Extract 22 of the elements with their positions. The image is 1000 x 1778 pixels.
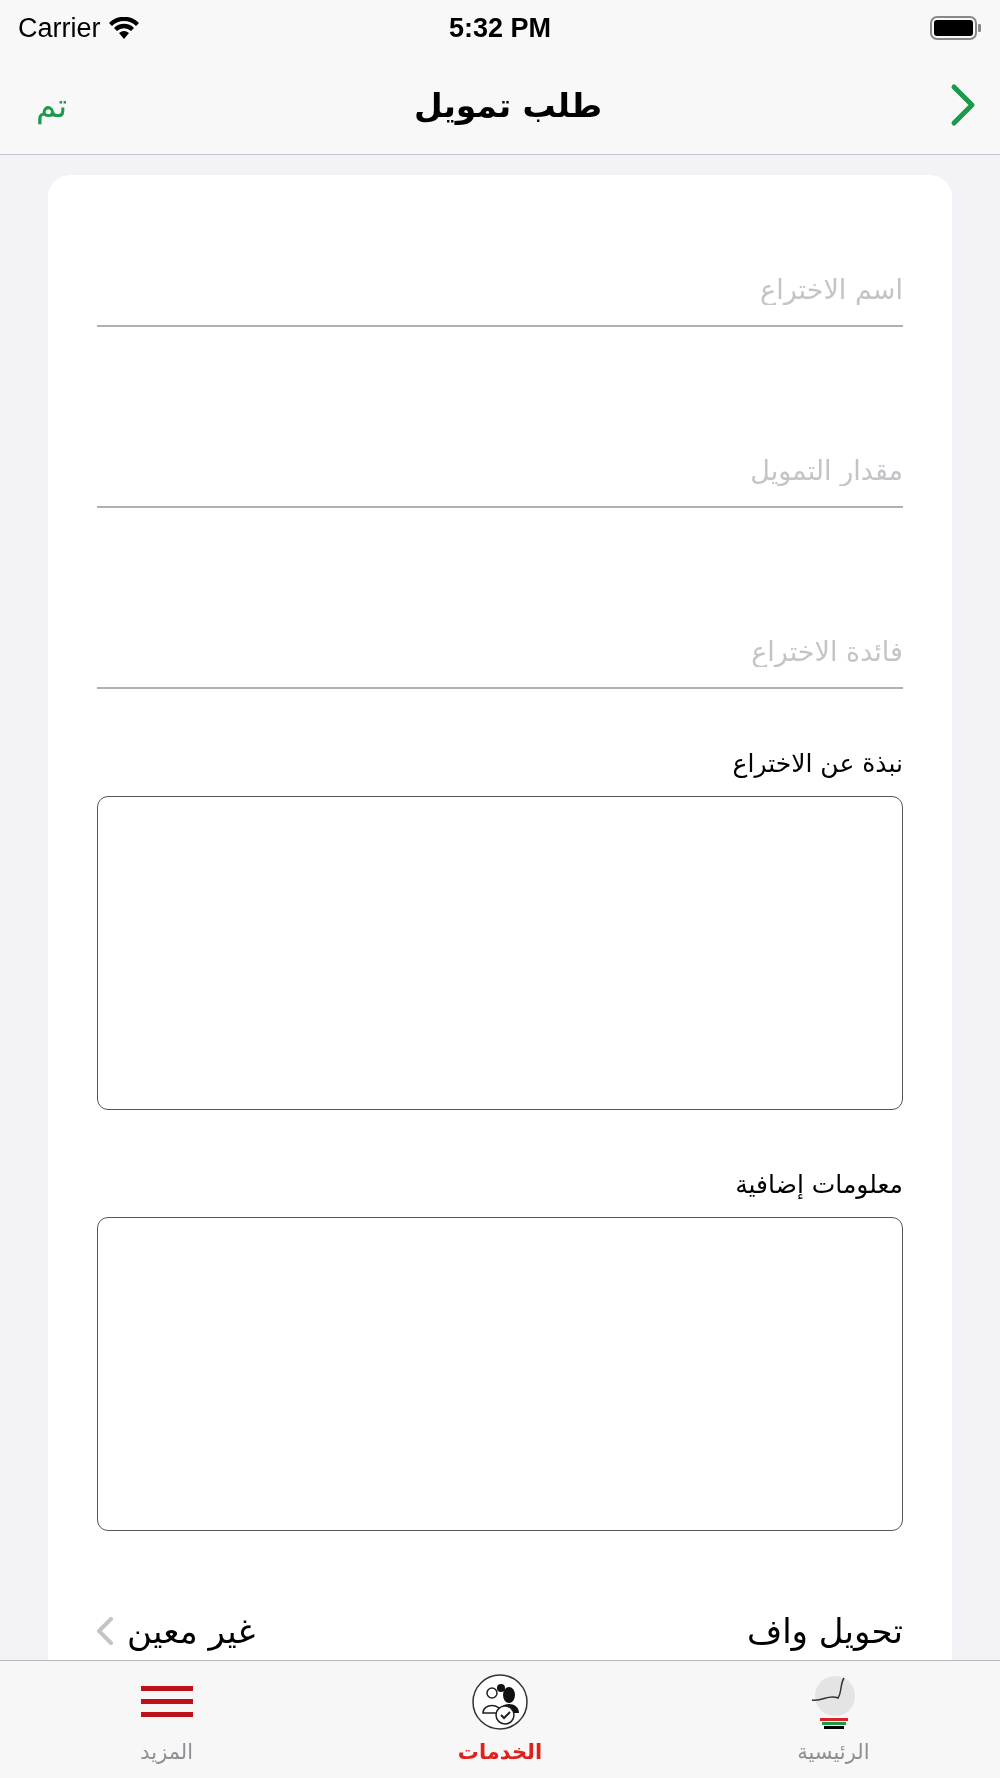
screen-title: طلب تمويل <box>414 85 602 125</box>
text-field[interactable]: فائدة الاختراع <box>97 636 903 687</box>
people-icon <box>471 1673 529 1731</box>
text-area[interactable] <box>97 796 903 1110</box>
row-value[interactable]: غير معين <box>127 1611 256 1651</box>
battery-icon <box>930 16 982 40</box>
menu-icon <box>140 1684 193 1720</box>
clock-time: 5:32 PM <box>448 12 551 44</box>
field-label: نبذة عن الاختراع <box>731 749 903 778</box>
field-label: معلومات إضافية <box>734 1170 903 1199</box>
row-label: تحويل واف <box>746 1611 903 1651</box>
wifi-icon <box>108 17 139 39</box>
carrier-label: Carrier <box>18 12 101 44</box>
tab-item[interactable]: الخدمات <box>333 1661 667 1778</box>
tab-item[interactable]: الرئيسية <box>666 1661 1000 1778</box>
chevron-icon <box>950 83 976 127</box>
tab-item[interactable]: المزيد <box>0 1661 334 1778</box>
text-area[interactable] <box>97 1217 903 1531</box>
chevron-icon <box>97 1617 113 1645</box>
done-button[interactable]: تم <box>36 85 96 125</box>
text-field[interactable]: اسم الاختراع <box>97 274 903 325</box>
text-field[interactable]: مقدار التمويل <box>97 455 903 506</box>
